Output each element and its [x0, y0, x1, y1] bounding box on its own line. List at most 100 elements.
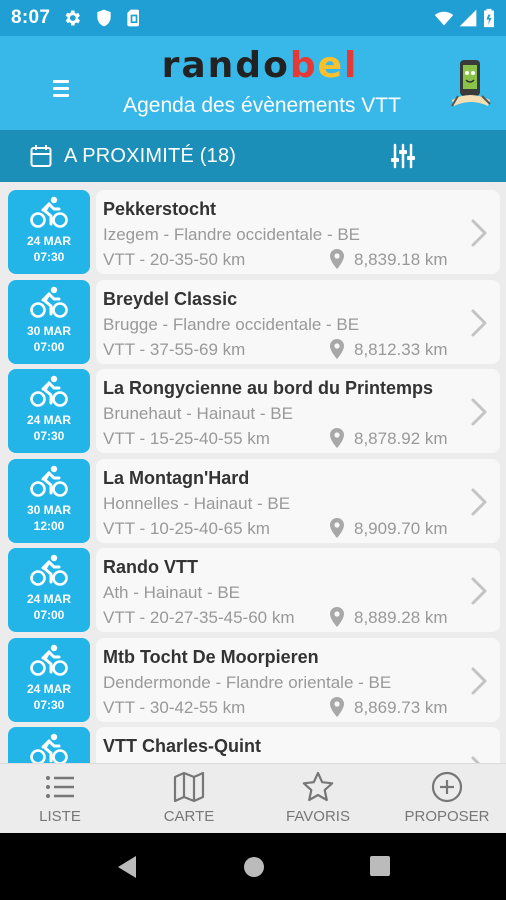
event-date-badge: 24 MAR 07:00: [8, 548, 90, 632]
bike-icon: [30, 644, 68, 676]
bike-icon: [30, 554, 68, 586]
event-list[interactable]: 24 MAR 07:30 Pekkerstocht Izegem - Flandre …: [0, 182, 506, 763]
bike-icon: [30, 465, 68, 497]
location-pin-icon: [330, 338, 344, 359]
location-pin-icon: [330, 249, 344, 269]
event-card[interactable]: Breydel Classic Brugge - Flandre occident…: [96, 279, 500, 364]
location-pin-icon: [330, 607, 344, 627]
event-date-badge: 24 MAR 07:30: [8, 637, 90, 722]
nav-liste[interactable]: LISTE: [0, 764, 123, 834]
event-time: 07:00: [33, 608, 65, 622]
nav-label: LISTE: [39, 808, 81, 825]
event-list-item[interactable]: 24 MAR 07:30 Mtb Tocht De Moorpieren Dender…: [8, 630, 500, 722]
event-distance-away: 8,889.28 km: [354, 608, 448, 627]
nav-favoris[interactable]: FAVORIS: [255, 764, 381, 834]
event-date-badge: 30 MAR 07:00: [8, 279, 90, 364]
nav-label: FAVORIS: [286, 808, 350, 825]
chevron-right-icon: [471, 219, 487, 247]
add-circle-icon: [431, 771, 463, 803]
bike-icon: [30, 375, 68, 407]
event-date-badge: 24 MAR 07:30: [8, 190, 90, 274]
signal-icon: [459, 9, 477, 27]
event-distance-away: 8,812.33 km: [354, 339, 448, 359]
event-distance-away: 8,909.70 km: [354, 518, 448, 538]
event-distances: VTT - 20-27-35-45-60 km: [103, 608, 295, 627]
sim-card-icon: [127, 9, 139, 27]
filter-bar: A PROXIMITÉ (18): [0, 130, 506, 182]
gear-icon: [65, 10, 80, 26]
event-card[interactable]: Mtb Tocht De Moorpieren Dendermonde - Fla…: [96, 637, 500, 722]
event-list-item[interactable]: 24 MAR 07:30 Pekkerstocht Izegem - Flandre …: [8, 182, 500, 274]
event-distances: VTT - 20-35-50 km: [103, 250, 246, 269]
bike-icon: [30, 196, 68, 228]
event-title: VTT Charles-Quint: [103, 736, 262, 756]
event-location: Ath - Hainaut - BE: [103, 583, 241, 602]
event-time: 12:00: [33, 518, 65, 533]
system-nav-bar: [0, 833, 506, 900]
location-pin-icon: [330, 517, 344, 538]
event-date: 24 MAR: [26, 413, 71, 427]
event-distances: VTT - 15-25-40-55 km: [103, 429, 270, 448]
event-date: 24 MAR: [26, 234, 71, 248]
star-icon: [302, 771, 334, 802]
bike-icon: [30, 286, 68, 318]
bike-icon: [30, 733, 68, 763]
event-date-badge: [8, 727, 90, 763]
nav-label: CARTE: [163, 808, 215, 825]
event-list-item[interactable]: 30 MAR 07:00 Breydel Classic Brugge - Fland…: [8, 272, 500, 364]
bottom-nav: LISTE CARTE FAVORIS PROPOSER: [0, 763, 506, 833]
event-location: Brugge - Flandre occidentale - BE: [103, 314, 360, 334]
chevron-right-icon: [471, 488, 487, 515]
event-card[interactable]: VTT Charles-Quint: [96, 727, 500, 763]
event-card[interactable]: Pekkerstocht Izegem - Flandre occidentale…: [96, 190, 500, 274]
randobel-logo: randobel: [162, 45, 359, 86]
event-distances: VTT - 37-55-69 km: [103, 339, 246, 359]
mascot-phone-icon: [451, 60, 491, 107]
nav-carte[interactable]: CARTE: [126, 764, 252, 834]
chevron-right-icon: [471, 309, 487, 336]
list-icon: [46, 776, 74, 798]
calendar-icon: [30, 145, 52, 167]
chevron-right-icon: [471, 756, 481, 763]
recents-icon[interactable]: [370, 856, 390, 876]
hamburger-icon: [53, 80, 69, 83]
chevron-right-icon: [471, 667, 487, 694]
event-card[interactable]: La Montagn'Hard Honnelles - Hainaut - BE V…: [96, 458, 500, 543]
chevron-right-icon: [471, 577, 487, 605]
event-location: Brunehaut - Hainaut - BE: [103, 404, 293, 423]
home-icon[interactable]: [243, 856, 265, 878]
event-time: 07:30: [33, 250, 65, 264]
event-title: Breydel Classic: [103, 288, 238, 309]
event-list-item[interactable]: 24 MAR 07:30 La Rongycienne au bord du Pri…: [8, 361, 500, 453]
status-time: 8:07: [11, 7, 51, 28]
event-list-item[interactable]: 30 MAR 12:00 La Montagn'Hard Honnelles - Ha…: [8, 451, 500, 543]
event-list-item[interactable]: VTT Charles-Quint: [8, 719, 500, 763]
event-distance-away: 8,878.92 km: [354, 429, 448, 448]
back-icon[interactable]: [116, 855, 138, 879]
event-distances: VTT - 10-25-40-65 km: [103, 518, 270, 538]
location-pin-icon: [330, 696, 344, 717]
event-card[interactable]: La Rongycienne au bord du Printemps Brune…: [96, 369, 500, 453]
event-title: Rando VTT: [103, 557, 198, 577]
filter-sliders-icon[interactable]: [389, 142, 417, 170]
event-time: 07:00: [33, 339, 65, 354]
app-subtitle: Agenda des évènements VTT: [123, 94, 401, 117]
event-date-badge: 30 MAR 12:00: [8, 458, 90, 543]
event-location: Honnelles - Hainaut - BE: [103, 493, 291, 513]
event-title: Mtb Tocht De Moorpieren: [103, 646, 319, 667]
svg-text:randobel: randobel: [162, 45, 359, 86]
battery-icon: [484, 8, 494, 28]
app-bar: randobel Agenda des évènements VTT: [0, 36, 506, 130]
event-date: 24 MAR: [26, 681, 71, 696]
event-location: Dendermonde - Flandre orientale - BE: [103, 672, 392, 692]
event-time: 07:30: [33, 697, 65, 712]
event-distance-away: 8,869.73 km: [354, 697, 448, 717]
event-list-item[interactable]: 24 MAR 07:00 Rando VTT Ath - Hainaut - BE VT…: [8, 540, 500, 632]
nav-proposer[interactable]: PROPOSER: [384, 764, 506, 834]
event-distance-away: 8,839.18 km: [354, 250, 448, 269]
event-date: 24 MAR: [26, 592, 71, 606]
event-title: La Rongycienne au bord du Printemps: [103, 378, 434, 398]
event-card[interactable]: Rando VTT Ath - Hainaut - BE VTT - 20-27-3…: [96, 548, 500, 632]
event-distances: VTT - 30-42-55 km: [103, 697, 246, 717]
wifi-icon: [434, 11, 454, 26]
